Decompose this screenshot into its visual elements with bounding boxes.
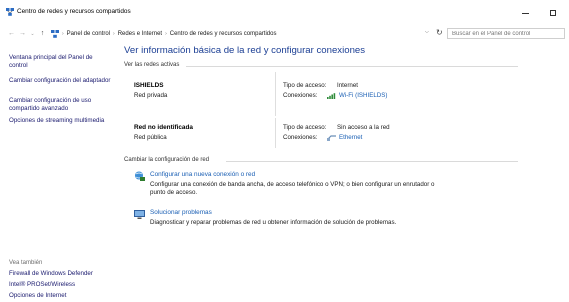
- troubleshoot-icon: [134, 210, 145, 219]
- change-settings-heading: Cambiar la configuración de red: [124, 157, 210, 163]
- access-type-value: Internet: [337, 82, 358, 89]
- sidebar-link-media-streaming[interactable]: Opciones de streaming multimedia: [9, 117, 111, 125]
- maximize-button[interactable]: [540, 4, 566, 22]
- minimize-icon: [521, 12, 529, 14]
- breadcrumb-item[interactable]: Panel de control: [67, 31, 110, 37]
- connection-link-wifi[interactable]: Wi-Fi (ISHIELDS): [327, 92, 387, 99]
- network-center-icon: [6, 8, 14, 16]
- wifi-signal-icon: [327, 93, 336, 99]
- new-connection-icon: [135, 171, 145, 181]
- access-type-label: Tipo de acceso:: [283, 82, 327, 89]
- refresh-icon[interactable]: ↻: [436, 28, 443, 37]
- address-bar: ← → ⌄ ↑ › Panel de control › Redes e Int…: [0, 26, 569, 42]
- recent-locations-chevron-icon[interactable]: ⌄: [28, 29, 37, 39]
- chevron-right-icon[interactable]: ›: [113, 31, 115, 37]
- ethernet-icon: [327, 135, 336, 141]
- chevron-right-icon[interactable]: ›: [165, 31, 167, 37]
- connection-name[interactable]: Ethernet: [339, 134, 362, 141]
- sidebar-link-advanced-sharing[interactable]: Cambiar configuración de uso compartido …: [9, 97, 111, 113]
- breadcrumb-item[interactable]: Centro de redes y recursos compartidos: [170, 31, 277, 37]
- breadcrumb-item[interactable]: Redes e Internet: [118, 31, 162, 37]
- forward-arrow-icon[interactable]: →: [18, 29, 27, 39]
- network-name: ISHIELDS: [134, 82, 164, 89]
- window-title: Centro de redes y recursos compartidos: [17, 8, 131, 15]
- maximize-icon: [550, 10, 556, 16]
- troubleshoot-link[interactable]: Solucionar problemas: [150, 209, 212, 216]
- setup-new-connection-link[interactable]: Configurar una nueva conexión o red: [150, 171, 255, 178]
- title-bar: Centro de redes y recursos compartidos: [0, 0, 569, 26]
- chevron-right-icon[interactable]: ›: [62, 31, 64, 37]
- active-networks-heading: Ver las redes activas: [124, 62, 180, 68]
- see-also-link-internet-options[interactable]: Opciones de Internet: [9, 292, 111, 300]
- section-divider: [226, 161, 518, 162]
- network-name: Red no identificada: [134, 124, 193, 131]
- network-type: Red privada: [134, 92, 168, 99]
- access-type-label: Tipo de acceso:: [283, 124, 327, 131]
- connections-label: Conexiones:: [283, 92, 318, 99]
- troubleshoot-description: Diagnosticar y reparar problemas de red …: [150, 219, 397, 226]
- connection-name[interactable]: Wi-Fi (ISHIELDS): [339, 92, 387, 99]
- page-title: Ver información básica de la red y confi…: [124, 45, 366, 56]
- access-type-value: Sin acceso a la red: [337, 124, 390, 131]
- sidebar: Ventana principal del Panel de control C…: [0, 42, 116, 302]
- network-type: Red pública: [134, 134, 167, 141]
- chevron-down-icon[interactable]: ⌵: [425, 29, 429, 35]
- search-box[interactable]: [447, 28, 565, 39]
- section-divider: [186, 66, 518, 67]
- connection-link-ethernet[interactable]: Ethernet: [327, 134, 362, 141]
- see-also-link-intel-proset[interactable]: Intel® PROSet/Wireless: [9, 281, 111, 289]
- network-center-icon: [51, 30, 59, 38]
- see-also-heading: Vea también: [9, 260, 43, 266]
- see-also-link-firewall[interactable]: Firewall de Windows Defender: [9, 270, 111, 278]
- sidebar-link-control-panel-home[interactable]: Ventana principal del Panel de control: [9, 54, 111, 70]
- main-content: Ver información básica de la red y confi…: [116, 42, 569, 302]
- minimize-button[interactable]: [512, 4, 538, 22]
- setup-new-connection-description: Configurar una conexión de banda ancha, …: [150, 181, 435, 196]
- back-arrow-icon[interactable]: ←: [7, 29, 16, 39]
- breadcrumb: › Panel de control › Redes e Internet › …: [51, 29, 276, 39]
- search-input[interactable]: [448, 29, 564, 38]
- column-divider: [275, 72, 276, 116]
- column-divider: [275, 118, 276, 148]
- sidebar-link-adapter-settings[interactable]: Cambiar configuración del adaptador: [9, 77, 111, 85]
- up-arrow-icon[interactable]: ↑: [38, 29, 47, 39]
- connections-label: Conexiones:: [283, 134, 318, 141]
